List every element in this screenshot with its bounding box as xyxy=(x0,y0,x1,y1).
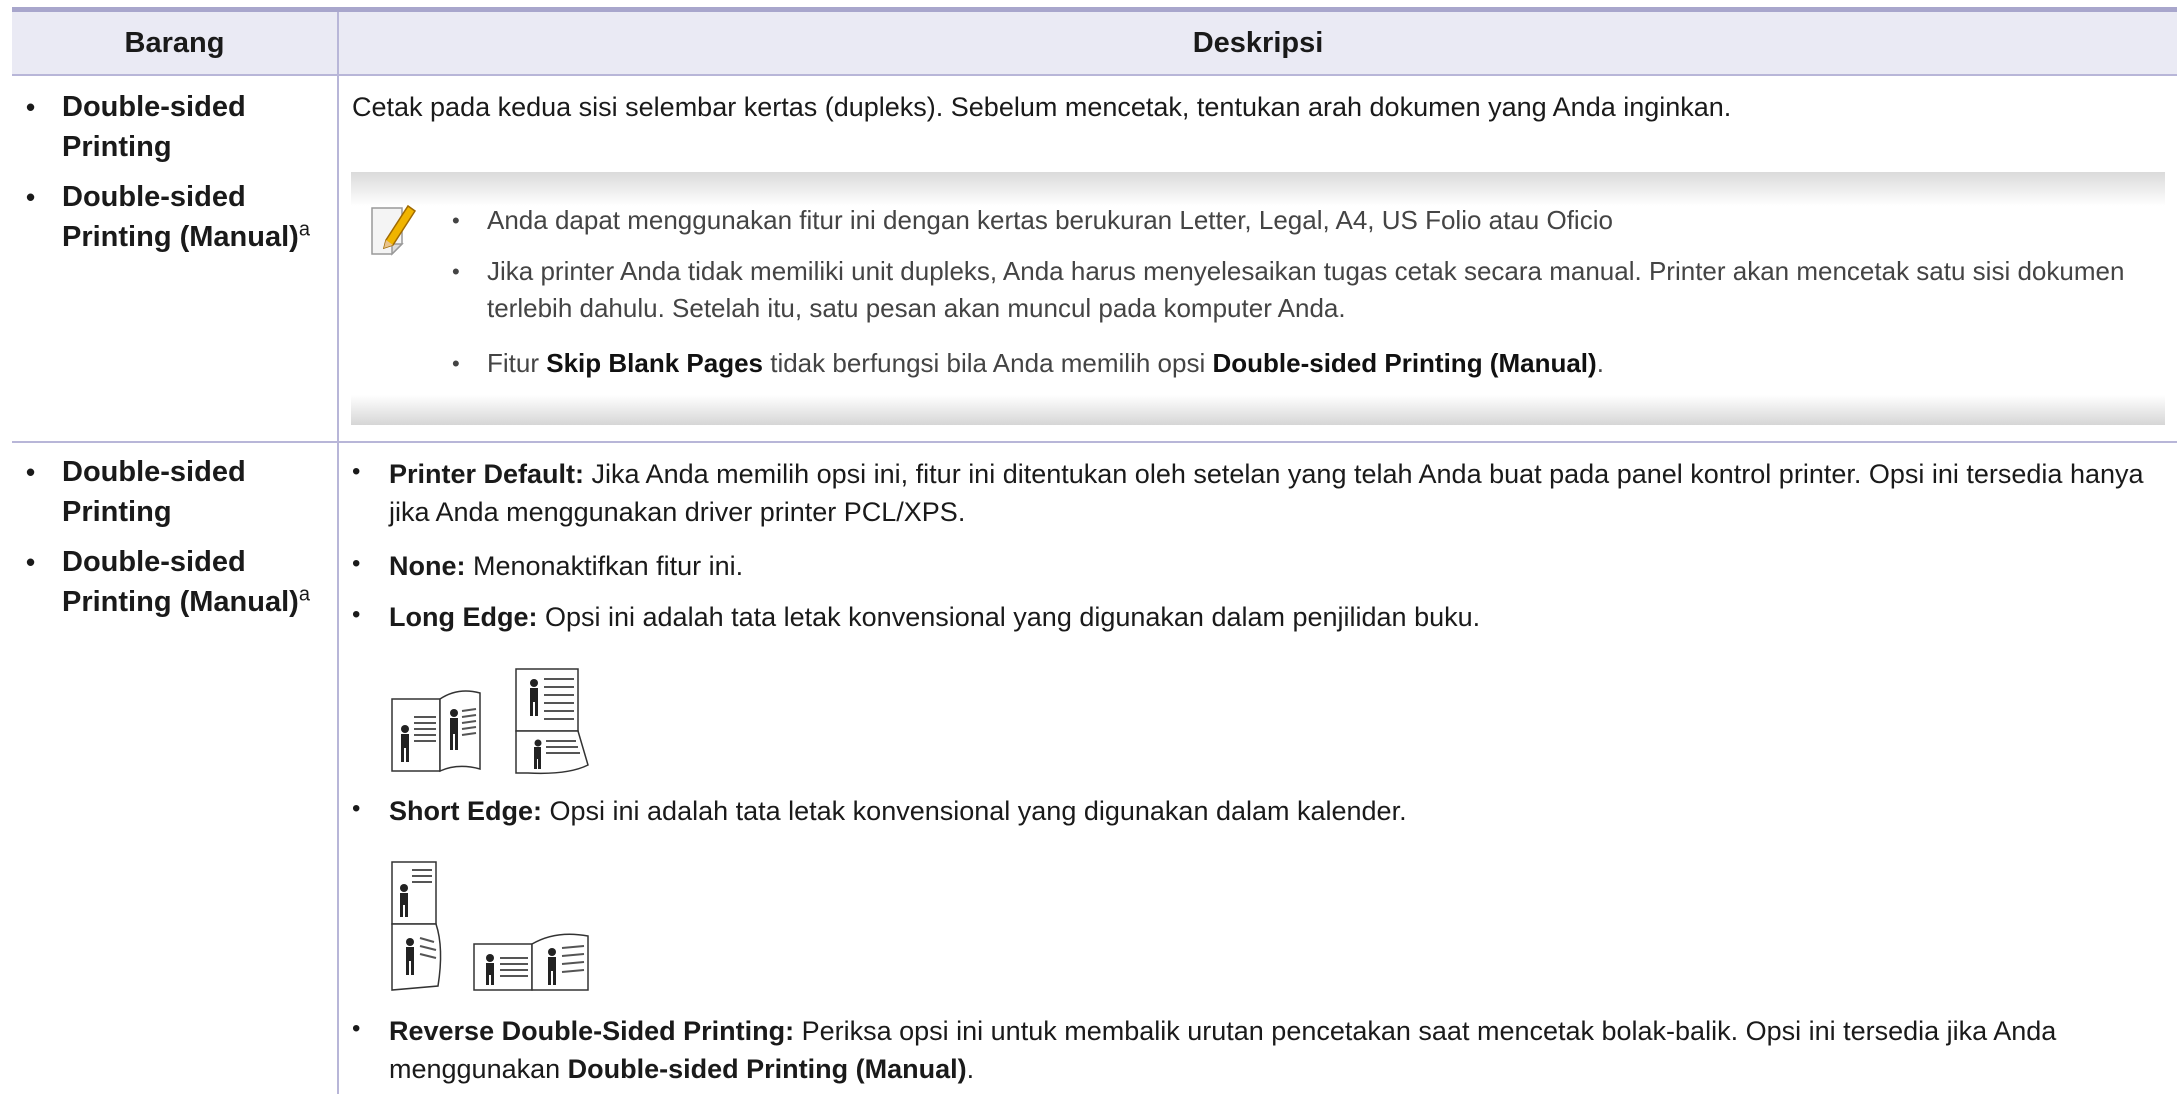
option-reverse-duplex: Reverse Double-Sided Printing: Periksa o… xyxy=(389,1012,2159,1088)
option-text: . xyxy=(966,1054,975,1084)
bullet: • xyxy=(352,795,361,822)
row2-items: • Double-sided Printing • Double-sided Pri… xyxy=(12,452,332,632)
bullet: • xyxy=(352,1015,361,1042)
option-text: Opsi ini adalah tata letak konvensional … xyxy=(537,602,1481,632)
note-text: tidak berfungsi bila Anda memilih opsi xyxy=(763,348,1213,378)
option-none: None: Menonaktifkan fitur ini. xyxy=(389,547,2159,585)
list-item: • Double-sided Printing xyxy=(26,91,246,163)
long-edge-illustration xyxy=(388,665,608,777)
footnote-marker: a xyxy=(298,583,310,606)
list-item: • Double-sided Printing xyxy=(26,456,246,528)
note-text: . xyxy=(1596,348,1604,378)
header-barang: Barang xyxy=(12,12,337,74)
option-label: Printer Default: xyxy=(389,459,585,489)
row-divider xyxy=(12,441,2177,443)
item-label: Double-sided Printing (Manual) xyxy=(62,546,299,618)
note-text: Jika printer Anda tidak memiliki unit du… xyxy=(487,256,2125,323)
bullet: • xyxy=(352,458,361,485)
option-label: Short Edge: xyxy=(389,796,542,826)
option-printer-default: Printer Default: Jika Anda memilih opsi … xyxy=(389,455,2159,531)
list-item: • Double-sided Printing (Manual)a xyxy=(26,546,310,618)
bullet: • xyxy=(352,601,361,628)
option-text: Opsi ini adalah tata letak konvensional … xyxy=(542,796,1407,826)
note-pencil-icon xyxy=(368,200,420,256)
header-bottom-border xyxy=(12,74,2177,76)
short-edge-illustration xyxy=(388,858,608,998)
item-label: Double-sided Printing xyxy=(62,456,246,528)
option-long-edge: Long Edge: Opsi ini adalah tata letak ko… xyxy=(389,598,2159,636)
option-label: None: xyxy=(389,551,466,581)
column-divider xyxy=(337,12,339,1094)
skip-blank-pages-label: Skip Blank Pages xyxy=(546,348,763,378)
row1-description: Cetak pada kedua sisi selembar kertas (d… xyxy=(352,92,1732,122)
list-item: • Double-sided Printing (Manual)a xyxy=(26,181,310,253)
note-item-1: • Anda dapat menggunakan fitur ini dengan… xyxy=(452,205,1613,235)
option-short-edge: Short Edge: Opsi ini adalah tata letak k… xyxy=(389,792,2159,830)
item-label: Double-sided Printing (Manual) xyxy=(62,181,299,253)
bullet: • xyxy=(352,550,361,577)
row1-items: • Double-sided Printing • Double-sided Pri… xyxy=(12,87,332,267)
footnote-marker: a xyxy=(298,218,310,241)
item-label: Double-sided Printing xyxy=(62,91,246,163)
note-item-3: • Fitur Skip Blank Pages tidak berfungsi … xyxy=(452,348,1604,378)
manual-duplex-label: Double-sided Printing (Manual) xyxy=(1212,348,1597,378)
option-text: Jika Anda memilih opsi ini, fitur ini di… xyxy=(389,459,2144,527)
note-top-shade xyxy=(351,172,2165,206)
manual-duplex-label: Double-sided Printing (Manual) xyxy=(567,1054,967,1084)
header-deskripsi: Deskripsi xyxy=(339,12,2177,74)
note-item-2: • Jika printer Anda tidak memiliki unit d… xyxy=(452,256,2125,323)
note-text: Fitur xyxy=(487,348,547,378)
option-label: Reverse Double-Sided Printing: xyxy=(389,1016,795,1046)
note-text: Anda dapat menggunakan fitur ini dengan … xyxy=(487,205,1613,235)
option-text: Menonaktifkan fitur ini. xyxy=(465,551,744,581)
note-bottom-shade xyxy=(351,395,2165,425)
option-label: Long Edge: xyxy=(389,602,538,632)
